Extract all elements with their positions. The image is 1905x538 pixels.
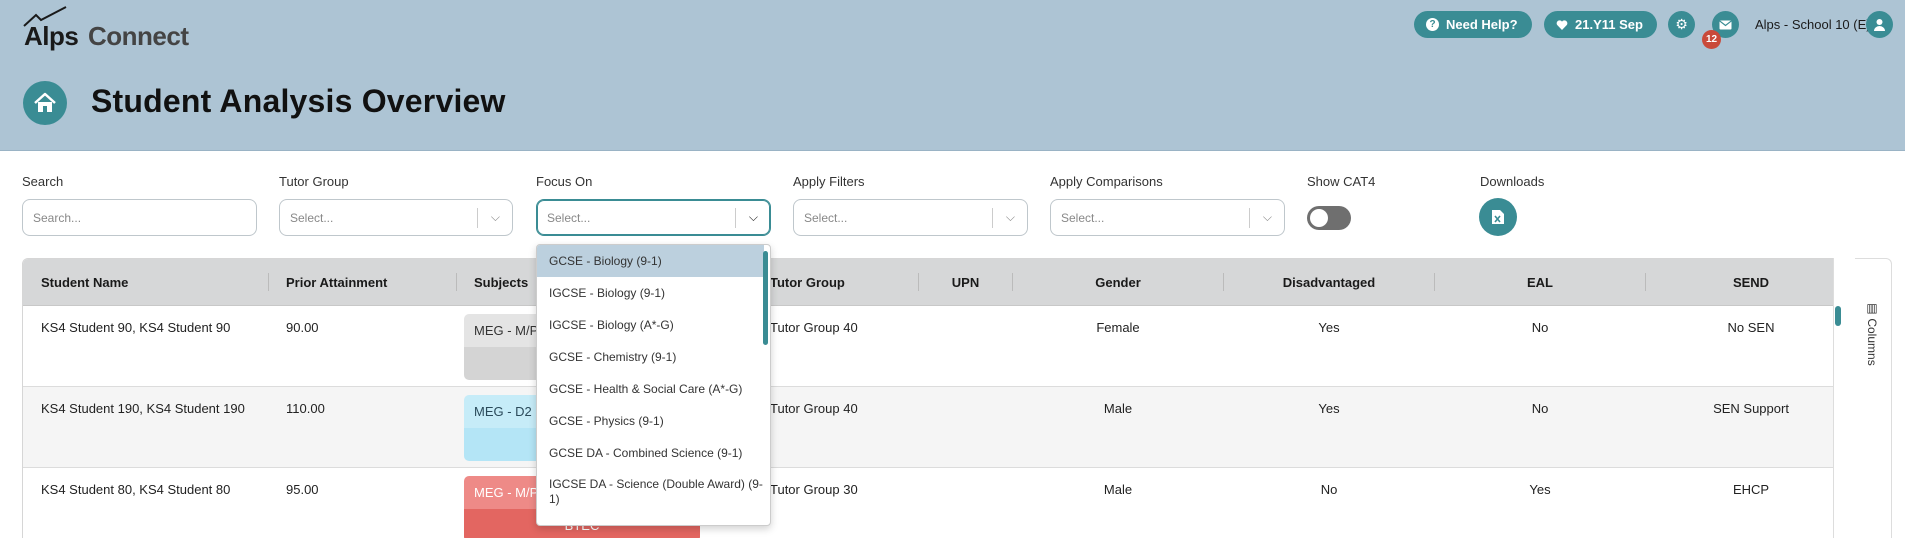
apply-comparisons-value: Select... (1061, 210, 1105, 225)
chevron-down-icon: ⌵ (490, 210, 500, 224)
settings-button[interactable]: ⚙ (1668, 11, 1695, 38)
dropdown-option[interactable]: GCSE - Biology (9-1) (537, 245, 764, 277)
app-header: Alps Connect ? Need Help? 21.Y11 Sep ⚙ 1… (0, 0, 1905, 151)
tutor-group-cell: Tutor Group 30 (770, 482, 858, 497)
table-header: Student Name Prior Attainment Subjects T… (23, 259, 1853, 306)
page-title: Student Analysis Overview (91, 83, 506, 119)
envelope-icon (1719, 19, 1732, 29)
tutor-group-label: Tutor Group (279, 174, 349, 189)
table-scrollbar[interactable] (1833, 258, 1855, 538)
send-cell: No SEN (1727, 320, 1775, 335)
student-name-cell[interactable]: KS4 Student 80, KS4 Student 80 (41, 482, 230, 497)
toggle-knob (1310, 209, 1328, 227)
question-icon: ? (1426, 18, 1439, 31)
excel-file-icon (1492, 210, 1504, 224)
chevron-down-icon: ⌵ (1005, 210, 1015, 224)
eal-cell: Yes (1529, 482, 1551, 497)
column-header-eal[interactable]: EAL (1435, 259, 1645, 306)
user-profile-button[interactable] (1866, 11, 1893, 38)
focus-on-dropdown-menu: GCSE - Biology (9-1) IGCSE - Biology (9-… (536, 244, 771, 526)
dropdown-option[interactable]: IGCSE DA - Science (Double Award) (9-1) (537, 469, 764, 515)
select-divider (477, 208, 478, 228)
eal-cell: No (1531, 401, 1549, 416)
disadvantaged-cell: Yes (1318, 401, 1340, 416)
disadvantaged-cell: No (1320, 482, 1338, 497)
need-help-label: Need Help? (1446, 17, 1518, 32)
dropdown-option[interactable]: IGCSE - Biology (A*-G) (537, 309, 764, 341)
column-header-send[interactable]: SEND (1646, 259, 1853, 306)
home-button[interactable] (23, 81, 67, 125)
search-label: Search (22, 174, 64, 189)
prior-attainment-cell: 110.00 (286, 401, 325, 416)
show-cat4-label: Show CAT4 (1307, 174, 1376, 189)
need-help-button[interactable]: ? Need Help? (1414, 11, 1532, 38)
prior-attainment-cell: 90.00 (286, 320, 319, 335)
school-name[interactable]: Alps - School 10 (E) (1755, 17, 1871, 32)
dropdown-option[interactable]: IGCSE - Biology (9-1) (537, 277, 764, 309)
column-header-disadvantaged[interactable]: Disadvantaged (1224, 259, 1434, 306)
scrollbar-thumb[interactable] (1835, 306, 1841, 326)
alps-connect-logo[interactable]: Alps Connect (22, 6, 202, 51)
student-name-cell[interactable]: KS4 Student 190, KS4 Student 190 (41, 401, 245, 416)
column-header-subjects[interactable]: Subjects (474, 259, 528, 306)
column-header-prior-attainment[interactable]: Prior Attainment (286, 259, 387, 306)
apply-comparisons-label: Apply Comparisons (1050, 174, 1163, 189)
chevron-down-icon: ⌵ (1262, 210, 1272, 224)
apply-filters-value: Select... (804, 210, 848, 225)
dropdown-option[interactable]: GCSE DA - Combined Science (9-1) (537, 437, 764, 469)
focus-on-select[interactable]: Select... ⌵ (536, 199, 771, 236)
column-header-tutor-group[interactable]: Tutor Group (770, 259, 845, 306)
dropdown-option[interactable]: GCSE - Physics (9-1) (537, 405, 764, 437)
focus-on-label: Focus On (536, 174, 593, 189)
student-table: Student Name Prior Attainment Subjects T… (22, 258, 1854, 538)
user-icon (1874, 19, 1885, 31)
home-icon (34, 92, 56, 112)
logo-text-connect: Connect (88, 21, 189, 51)
heart-pulse-icon (1556, 19, 1568, 30)
table-row[interactable]: KS4 Student 190, KS4 Student 190 110.00 … (23, 387, 1853, 468)
send-cell: EHCP (1732, 482, 1770, 497)
table-row[interactable]: KS4 Student 90, KS4 Student 90 90.00 MEG… (23, 306, 1853, 387)
column-header-student-name[interactable]: Student Name (41, 259, 128, 306)
chevron-down-icon: ⌵ (748, 210, 758, 224)
tutor-group-cell: Tutor Group 40 (770, 401, 858, 416)
column-header-gender[interactable]: Gender (1013, 259, 1223, 306)
tutor-group-select[interactable]: Select... ⌵ (279, 199, 513, 236)
dropdown-scrollbar-thumb[interactable] (763, 251, 768, 345)
send-cell: SEN Support (1713, 401, 1789, 416)
column-header-upn[interactable]: UPN (919, 259, 1012, 306)
search-input[interactable]: Search... (22, 199, 257, 236)
download-excel-button[interactable] (1479, 198, 1517, 236)
select-divider (1249, 208, 1250, 228)
student-name-cell[interactable]: KS4 Student 90, KS4 Student 90 (41, 320, 230, 335)
select-divider (735, 208, 736, 228)
dropdown-option[interactable]: GCSE - Chemistry (9-1) (537, 341, 764, 373)
select-divider (992, 208, 993, 228)
year-selector-button[interactable]: 21.Y11 Sep (1544, 11, 1657, 38)
columns-side-panel-toggle[interactable]: ▥ Columns (1855, 258, 1892, 538)
downloads-label: Downloads (1480, 174, 1545, 189)
table-row[interactable]: KS4 Student 80, KS4 Student 80 95.00 MEG… (23, 468, 1853, 538)
columns-side-label: ▥ Columns (1865, 301, 1879, 366)
year-label: 21.Y11 Sep (1575, 17, 1643, 32)
logo-text-alps: Alps (24, 21, 79, 51)
gender-cell: Male (1103, 401, 1133, 416)
disadvantaged-cell: Yes (1318, 320, 1340, 335)
tutor-group-value: Select... (290, 210, 334, 225)
notification-badge: 12 (1702, 30, 1721, 49)
apply-comparisons-select[interactable]: Select... ⌵ (1050, 199, 1285, 236)
apply-filters-select[interactable]: Select... ⌵ (793, 199, 1028, 236)
focus-on-value: Select... (547, 210, 591, 225)
prior-attainment-cell: 95.00 (286, 482, 319, 497)
column-separator (456, 273, 457, 291)
dropdown-option[interactable]: GCSE - Health & Social Care (A*-G) (537, 373, 764, 405)
tutor-group-cell: Tutor Group 40 (770, 320, 858, 335)
gear-icon: ⚙ (1675, 16, 1688, 32)
show-cat4-toggle[interactable] (1307, 206, 1351, 230)
eal-cell: No (1531, 320, 1549, 335)
gender-cell: Male (1103, 482, 1133, 497)
gender-cell: Female (1096, 320, 1140, 335)
column-separator (268, 273, 269, 291)
apply-filters-label: Apply Filters (793, 174, 865, 189)
